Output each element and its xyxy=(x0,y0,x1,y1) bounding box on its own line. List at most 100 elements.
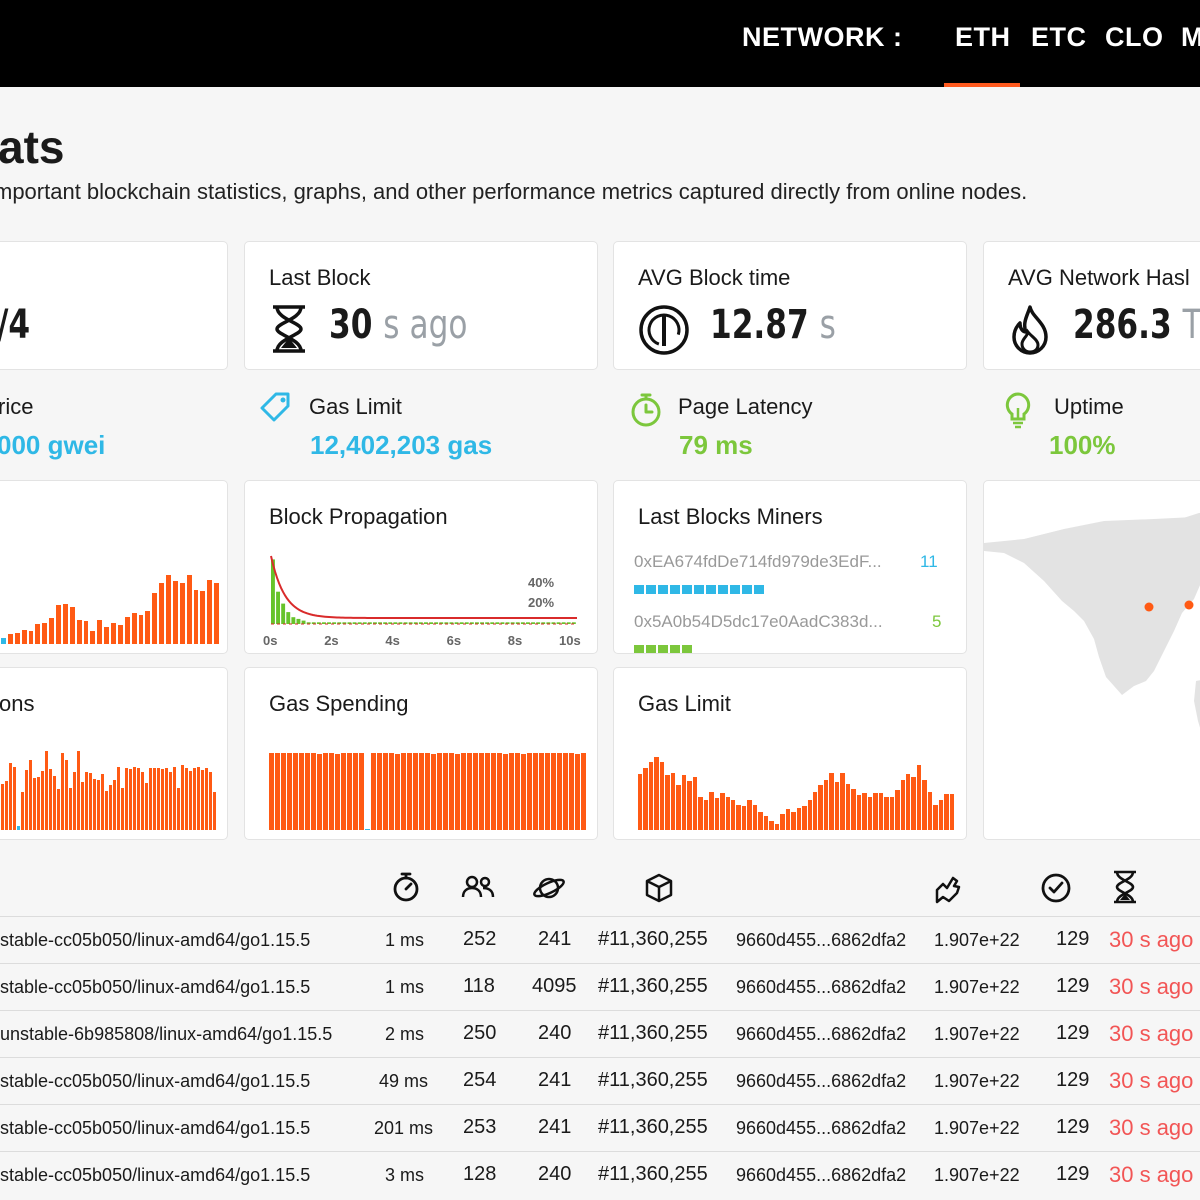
chart-bar[interactable] xyxy=(431,753,436,830)
chart-bar[interactable] xyxy=(802,806,807,830)
chart-bar[interactable] xyxy=(780,814,785,830)
chart-bar[interactable] xyxy=(491,752,496,830)
table-row[interactable]: stable-cc05b050/linux-amd64/go1.15.5 201… xyxy=(0,1104,1200,1151)
miner-address[interactable]: 0x5A0b54D5dc17e0AadC383d... xyxy=(634,612,883,632)
chart-bar[interactable] xyxy=(165,767,168,830)
chart-bar[interactable] xyxy=(774,823,780,830)
chart-bar[interactable] xyxy=(949,794,955,830)
chart-bar[interactable] xyxy=(665,774,670,830)
chart-bar[interactable] xyxy=(383,752,388,830)
chart-bar[interactable] xyxy=(185,768,188,830)
chart-bar[interactable] xyxy=(159,582,164,644)
chart-bar[interactable] xyxy=(479,752,484,830)
tab-clo[interactable]: CLO xyxy=(1105,22,1164,53)
chart-bar[interactable] xyxy=(437,752,442,830)
chart-bar[interactable] xyxy=(900,779,905,830)
chart-bar[interactable] xyxy=(933,805,938,830)
chart-bar[interactable] xyxy=(676,785,681,830)
chart-bar[interactable] xyxy=(21,629,27,644)
chart-bar[interactable] xyxy=(681,774,687,830)
chart-bar[interactable] xyxy=(37,777,40,830)
chart-bar[interactable] xyxy=(714,798,720,830)
chart-bar[interactable] xyxy=(643,767,648,830)
chart-bar[interactable] xyxy=(575,753,580,830)
chart-bar[interactable] xyxy=(829,773,834,830)
chart-bar[interactable] xyxy=(545,752,550,830)
chart-bar[interactable] xyxy=(90,631,96,644)
chart-bar[interactable] xyxy=(81,782,84,830)
chart-bar[interactable] xyxy=(419,752,424,830)
tab-more-network[interactable]: M xyxy=(1181,22,1200,53)
chart-bar[interactable] xyxy=(845,783,851,830)
chart-bar[interactable] xyxy=(14,632,20,644)
chart-bar[interactable] xyxy=(169,771,172,830)
chart-bar[interactable] xyxy=(449,752,454,830)
chart-bar[interactable] xyxy=(703,800,709,830)
chart-bar[interactable] xyxy=(9,762,12,830)
chart-bar[interactable] xyxy=(21,792,24,830)
chart-bar[interactable] xyxy=(173,766,176,830)
chart-bar[interactable] xyxy=(205,767,208,830)
chart-bar[interactable] xyxy=(1,638,6,644)
chart-bar[interactable] xyxy=(129,769,132,830)
chart-bar[interactable] xyxy=(76,619,82,644)
miner-address[interactable]: 0xEA674fdDe714fd979de3EdF... xyxy=(634,552,882,572)
chart-bar[interactable] xyxy=(818,785,823,830)
chart-bar[interactable] xyxy=(65,759,68,830)
chart-bar[interactable] xyxy=(166,575,171,644)
chart-bar[interactable] xyxy=(193,589,199,644)
chart-bar[interactable] xyxy=(45,750,48,830)
chart-bar[interactable] xyxy=(509,752,514,830)
chart-bar[interactable] xyxy=(299,752,304,830)
chart-bar[interactable] xyxy=(161,769,164,830)
chart-bar[interactable] xyxy=(485,752,490,830)
chart-bar[interactable] xyxy=(109,785,112,830)
chart-bar[interactable] xyxy=(851,789,856,830)
chart-bar[interactable] xyxy=(884,797,889,830)
chart-bar[interactable] xyxy=(796,807,802,830)
chart-bar[interactable] xyxy=(425,752,430,830)
chart-bar[interactable] xyxy=(200,591,206,644)
tab-etc[interactable]: ETC xyxy=(1031,22,1087,53)
chart-bar[interactable] xyxy=(769,821,774,830)
chart-bar[interactable] xyxy=(57,789,60,830)
chart-bar[interactable] xyxy=(104,626,109,644)
chart-bar[interactable] xyxy=(33,778,36,830)
chart-bar[interactable] xyxy=(938,800,944,830)
chart-bar[interactable] xyxy=(35,623,41,644)
chart-bar[interactable] xyxy=(791,811,796,830)
chart-bar[interactable] xyxy=(317,753,322,830)
chart-bar[interactable] xyxy=(125,767,128,830)
chart-bar[interactable] xyxy=(89,773,92,830)
chart-bar[interactable] xyxy=(197,766,200,830)
chart-bar[interactable] xyxy=(207,579,213,644)
chart-bar[interactable] xyxy=(179,582,185,644)
chart-bar[interactable] xyxy=(49,618,54,644)
chart-bar[interactable] xyxy=(29,759,32,830)
chart-bar[interactable] xyxy=(638,774,643,830)
chart-bar[interactable] xyxy=(648,762,654,830)
chart-bar[interactable] xyxy=(209,772,212,830)
chart-bar[interactable] xyxy=(41,770,44,830)
chart-bar[interactable] xyxy=(145,611,151,644)
chart-bar[interactable] xyxy=(17,826,20,830)
chart-bar[interactable] xyxy=(371,752,376,830)
chart-bar[interactable] xyxy=(42,622,48,644)
chart-bar[interactable] xyxy=(97,780,100,830)
chart-bar[interactable] xyxy=(461,752,466,830)
chart-bar[interactable] xyxy=(539,752,544,830)
chart-bar[interactable] xyxy=(62,603,68,644)
chart-bar[interactable] xyxy=(1,783,4,830)
chart-bar[interactable] xyxy=(813,792,818,830)
chart-bar[interactable] xyxy=(834,782,840,830)
chart-bar[interactable] xyxy=(659,762,665,830)
chart-bar[interactable] xyxy=(873,793,878,830)
chart-bar[interactable] xyxy=(692,777,698,830)
chart-bar[interactable] xyxy=(725,797,730,830)
chart-bar[interactable] xyxy=(443,752,448,830)
chart-bar[interactable] xyxy=(867,797,873,830)
chart-bar[interactable] xyxy=(467,752,472,830)
chart-bar[interactable] xyxy=(527,752,532,830)
table-row[interactable]: unstable-6b985808/linux-amd64/go1.15.5 2… xyxy=(0,1010,1200,1057)
chart-bar[interactable] xyxy=(111,622,116,644)
